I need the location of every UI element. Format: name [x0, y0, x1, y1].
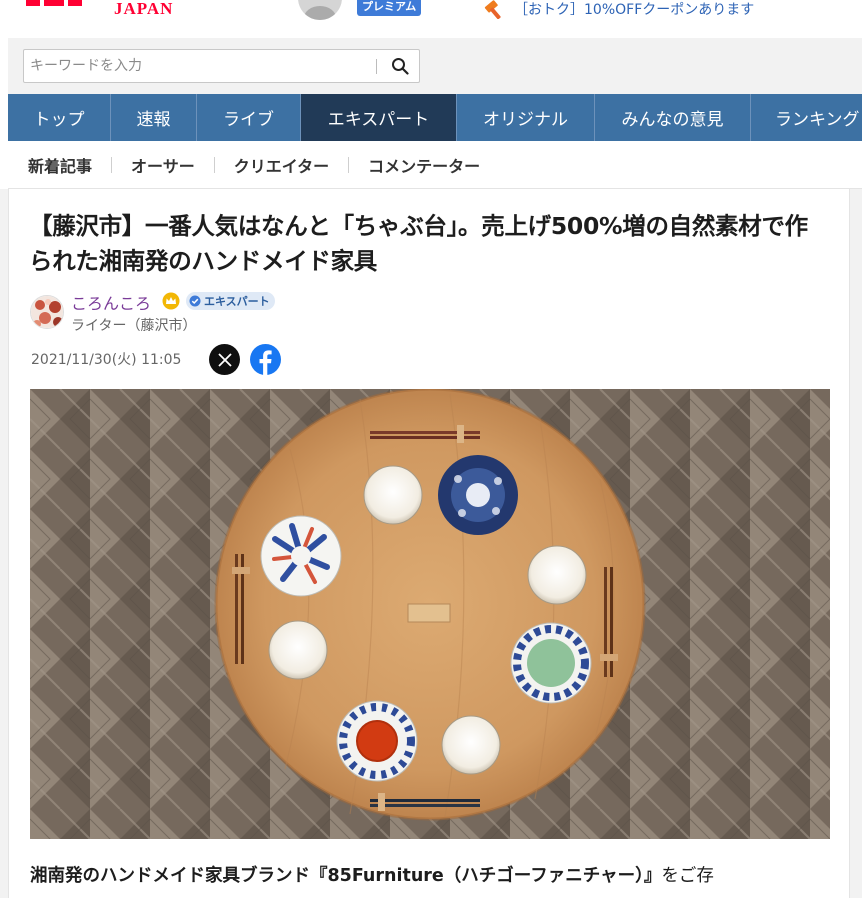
publish-date: 2021/11/30(火) 11:05: [31, 352, 182, 368]
crown-icon: [162, 292, 180, 310]
lead-bold: 湘南発のハンドメイド家具ブランド『85Furniture（ハチゴーファニチャー）…: [30, 866, 662, 886]
subnav-creators[interactable]: クリエイター: [234, 153, 329, 177]
page-gutter-left: [0, 189, 8, 898]
author-avatar[interactable]: [30, 295, 64, 329]
tab-live[interactable]: ライブ: [197, 94, 301, 141]
share-x-button[interactable]: [209, 344, 240, 375]
article: 【藤沢市】一番人気はなんと「ちゃぶ台」。売上げ500%増の自然素材で作られた湘南…: [8, 189, 850, 898]
sub-nav: 新着記事 オーサー クリエイター コメンテーター: [8, 141, 862, 189]
subnav-divider: [111, 156, 113, 173]
search-box: [23, 49, 420, 83]
expert-badge: エキスパート: [186, 292, 275, 310]
site-header: JAPAN プレミアム ［おトク］10%OFFクーポンあります: [0, 0, 862, 38]
expert-badge-label: エキスパート: [204, 295, 270, 308]
share-facebook-button[interactable]: [250, 344, 281, 375]
search-input[interactable]: [30, 56, 370, 76]
logo-japan[interactable]: JAPAN: [114, 0, 173, 19]
tab-original[interactable]: オリジナル: [457, 94, 595, 141]
user-avatar[interactable]: [298, 0, 342, 20]
subnav-commentators[interactable]: コメンテーター: [368, 153, 480, 177]
lead-rest: をご存: [661, 866, 714, 886]
search-button[interactable]: [386, 53, 414, 79]
main-nav: トップ 速報 ライブ エキスパート オリジナル みんなの意見 ランキング: [8, 94, 862, 141]
tab-expert[interactable]: エキスパート: [301, 94, 457, 141]
author-role: ライター（藤沢市）: [71, 318, 197, 334]
hammer-icon: [484, 0, 501, 19]
page-gutter-right: [850, 189, 862, 898]
subnav-authors[interactable]: オーサー: [131, 153, 195, 177]
search-icon: [392, 58, 409, 75]
coupon-text: ［おトク］10%OFFクーポンあります: [514, 2, 755, 18]
search-bar: [8, 38, 862, 94]
author-name[interactable]: ころんころ: [71, 290, 151, 314]
article-hero-image[interactable]: [30, 389, 830, 839]
subnav-new-articles[interactable]: 新着記事: [28, 153, 92, 177]
tab-ranking[interactable]: ランキング: [751, 94, 862, 141]
article-title: 【藤沢市】一番人気はなんと「ちゃぶ台」。売上げ500%増の自然素材で作られた湘南…: [29, 212, 808, 275]
coupon-link[interactable]: ［おトク］10%OFFクーポンあります: [484, 0, 754, 20]
x-icon: [217, 352, 232, 367]
search-divider: [376, 59, 377, 74]
subnav-divider: [348, 156, 350, 173]
subnav-divider: [213, 156, 215, 173]
logo-mark[interactable]: [26, 0, 84, 6]
premium-badge[interactable]: プレミアム: [357, 0, 422, 16]
article-lead: 湘南発のハンドメイド家具ブランド『85Furniture（ハチゴーファニチャー）…: [30, 863, 835, 889]
tab-breaking[interactable]: 速報: [111, 94, 197, 141]
tab-opinions[interactable]: みんなの意見: [595, 94, 751, 141]
tab-top[interactable]: トップ: [8, 94, 111, 141]
verified-icon: [189, 295, 201, 307]
facebook-icon: [250, 344, 281, 375]
